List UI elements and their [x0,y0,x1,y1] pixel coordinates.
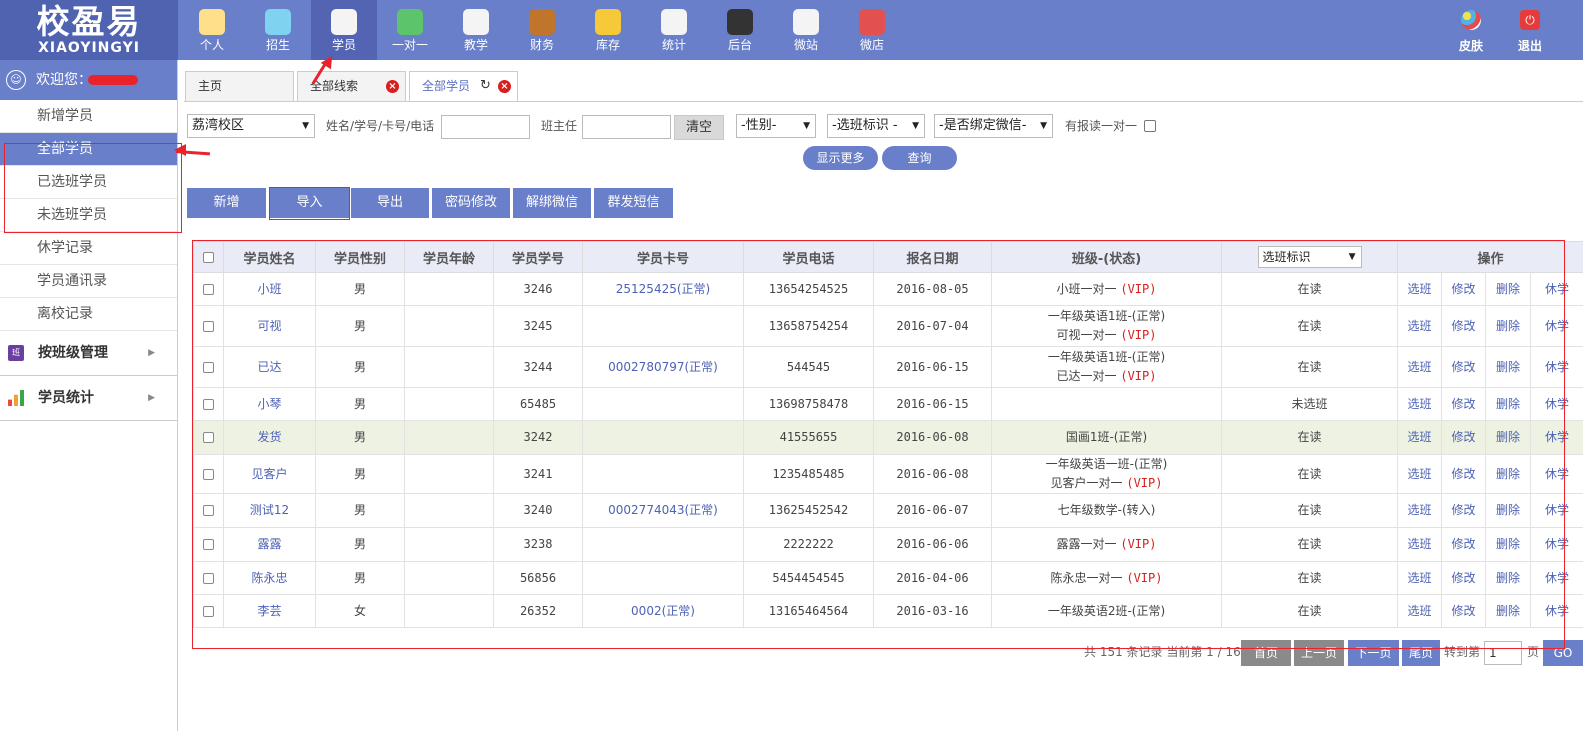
wechat-value: -是否绑定微信- [939,118,1027,133]
tab-all-students[interactable]: 全部学员 ↻ × [409,71,518,102]
pencil-notebook-icon [463,9,489,35]
campus-value: 荔湾校区 [192,118,245,133]
nav-skin[interactable]: 皮肤 [1438,0,1504,60]
caret-down-icon: ▼ [1040,121,1047,131]
sidebar-group-label: 按班级管理 [38,345,108,361]
nav-item-3[interactable]: 学员 [311,0,377,60]
teacher-input[interactable] [582,115,671,139]
close-icon[interactable]: × [498,80,511,93]
tab-label: 全部线索 [310,79,359,93]
password-change-button[interactable]: 密码修改 [432,188,510,218]
nav-label: 微店 [859,38,884,52]
nav-logout[interactable]: ⏻ 退出 [1497,0,1563,60]
clear-button[interactable]: 清空 [674,115,724,140]
tab-label: 全部学员 [422,79,471,93]
smile-icon: ☺ [6,70,26,90]
caret-down-icon: ▼ [803,121,810,131]
nav-label: 库存 [595,38,620,52]
logo-text: 校盈易 [36,2,142,41]
nav-label: 财务 [529,38,554,52]
unbind-wechat-button[interactable]: 解绑微信 [513,188,591,218]
student-card-icon [331,9,357,35]
pie-chart-icon [595,9,621,35]
nav-label: 后台 [727,38,752,52]
briefcase-icon [529,9,555,35]
annotation-box-table [192,240,1565,649]
nav-item-6[interactable]: 财务 [509,0,575,60]
wechat-select[interactable]: -是否绑定微信- ▼ [934,114,1053,138]
caret-down-icon: ▼ [912,121,919,131]
logo: 校盈易 XIAOYINGYI [0,0,178,60]
gender-select[interactable]: -性别- ▼ [736,114,816,138]
nav-item-2[interactable]: 招生 [245,0,311,60]
nav-item-7[interactable]: 库存 [575,0,641,60]
chat-bubble-icon [397,9,423,35]
bulk-sms-button[interactable]: 群发短信 [594,188,673,218]
welcome-text: 欢迎您： [36,72,92,88]
welcome-bar: ☺ 欢迎您： [0,60,177,100]
tab-divider [184,101,1583,102]
sidebar-group-label: 学员统计 [38,390,94,406]
annotation-arrowhead [174,144,186,156]
nav-label: 教学 [463,38,488,52]
caret-down-icon: ▼ [302,121,309,131]
top-navigation-bar: 校盈易 XIAOYINGYI 个人 招生 学员 一对一 教学 财务 库存 统计 后台 微站 微店 皮… [0,0,1583,60]
chevron-right-icon: ▶ [148,393,155,403]
nav-label: 招生 [265,38,290,52]
class-icon: 班 [8,345,24,361]
sidebar-item-6[interactable]: 学员通讯录 [0,265,177,298]
nav-item-1[interactable]: 个人 [179,0,245,60]
nav-label: 微站 [793,38,818,52]
teacher-label: 班主任 [541,119,578,133]
show-more-button[interactable]: 显示更多 [803,146,878,170]
nav-item-5[interactable]: 教学 [443,0,509,60]
tab-home[interactable]: 主页 [185,71,294,101]
nav-item-10[interactable]: 微站 [773,0,839,60]
sidebar-item-5[interactable]: 休学记录 [0,232,177,265]
bar-chart-icon [661,9,687,35]
gender-value: -性别- [741,118,777,133]
query-button[interactable]: 查询 [882,146,957,170]
add-button[interactable]: 新增 [187,188,266,218]
annotation-box-import [269,187,350,220]
power-icon: ⏻ [1520,10,1540,30]
logo-subtitle: XIAOYINGYI [38,40,140,56]
sidebar-group-student-stats[interactable]: 学员统计 ▶ [0,376,177,421]
nav-item-11[interactable]: 微店 [839,0,905,60]
person-icon [199,9,225,35]
export-button[interactable]: 导出 [351,188,429,218]
sidebar-item-1[interactable]: 新增学员 [0,100,177,133]
nav-logout-label: 退出 [1517,39,1542,53]
redaction-mark [88,75,138,85]
nav-label: 一对一 [391,38,428,52]
shop-icon [859,9,885,35]
monitor-icon [727,9,753,35]
nav-skin-label: 皮肤 [1458,39,1483,53]
search-input[interactable] [441,115,530,139]
sidebar-item-7[interactable]: 离校记录 [0,298,177,331]
refresh-icon[interactable]: ↻ [480,78,491,94]
campus-select[interactable]: 荔湾校区 ▼ [187,114,315,138]
close-icon[interactable]: × [386,80,399,93]
nav-item-4[interactable]: 一对一 [377,0,443,60]
one-on-one-checkbox[interactable] [1144,120,1156,132]
one-on-one-label: 有报读一对一 [1065,119,1138,133]
nav-item-8[interactable]: 统计 [641,0,707,60]
annotation-box-sidebar [4,143,182,233]
sidebar-group-class-management[interactable]: 班 按班级管理 ▶ [0,331,177,376]
class-tag-value: -选班标识 - [832,118,898,133]
bar-chart-icon [8,390,24,406]
nav-item-9[interactable]: 后台 [707,0,773,60]
palette-icon [1461,10,1481,30]
magnifier-icon [265,9,291,35]
nav-label: 统计 [661,38,686,52]
chevron-right-icon: ▶ [148,348,155,358]
nav-label: 个人 [199,38,224,52]
tab-label: 主页 [198,79,223,93]
web-page-icon [793,9,819,35]
tab-all-leads[interactable]: 全部线索 × [297,71,406,101]
search-label: 姓名/学号/卡号/电话 [326,119,435,133]
class-tag-select[interactable]: -选班标识 - ▼ [827,114,925,138]
nav-label: 学员 [331,38,356,52]
